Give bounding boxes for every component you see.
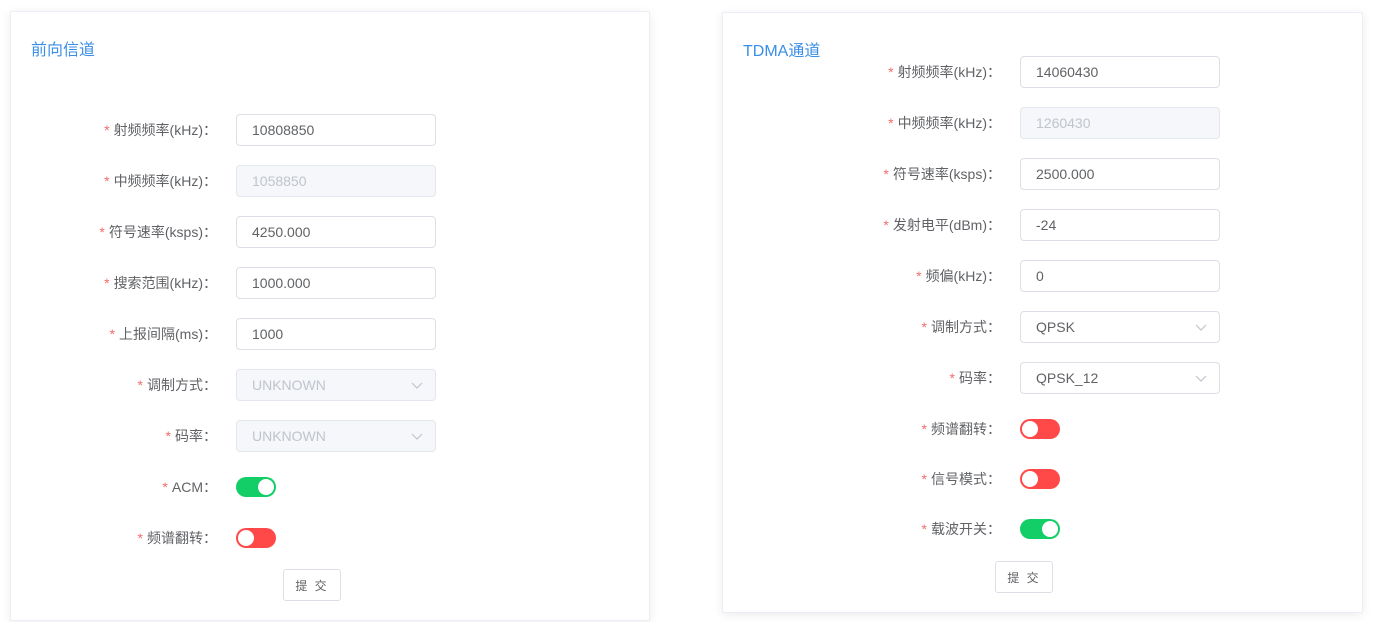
form-row-acm: * ACM： — [11, 471, 649, 503]
form-row-modulation: * 调制方式： UNKNOWN — [11, 369, 649, 401]
if-frequency-input — [236, 165, 436, 197]
rf-frequency-label: * 射频频率(kHz)： — [104, 122, 217, 138]
carrier-switch-label: * 载波开关： — [921, 521, 1001, 537]
form-row-rf-frequency: * 射频频率(kHz)： — [723, 56, 1362, 88]
modulation-value: UNKNOWN — [252, 377, 326, 393]
report-interval-input[interactable] — [236, 318, 436, 350]
acm-switch[interactable] — [236, 477, 276, 497]
if-frequency-label: * 中频频率(kHz)： — [888, 115, 1001, 131]
rf-frequency-label: * 射频频率(kHz)： — [888, 64, 1001, 80]
form-row-spectrum-inversion: * 频谱翻转： — [723, 413, 1362, 445]
form-row-symbol-rate: * 符号速率(ksps)： — [11, 216, 649, 248]
spectrum-inversion-label: * 频谱翻转： — [137, 530, 217, 546]
code-rate-select: UNKNOWN — [236, 420, 436, 452]
if-frequency-label: * 中频频率(kHz)： — [104, 173, 217, 189]
spectrum-inversion-switch[interactable] — [1020, 419, 1060, 439]
form-row-symbol-rate: * 符号速率(ksps)： — [723, 158, 1362, 190]
form-row-report-interval: * 上报间隔(ms)： — [11, 318, 649, 350]
modulation-label: * 调制方式： — [921, 319, 1001, 335]
switch-knob — [238, 530, 254, 546]
freq-offset-input[interactable] — [1020, 260, 1220, 292]
tdma-submit-button[interactable]: 提 交 — [995, 561, 1053, 593]
search-range-input[interactable] — [236, 267, 436, 299]
modulation-value: QPSK — [1036, 319, 1075, 335]
form-row-carrier-switch: * 载波开关： — [723, 513, 1362, 545]
acm-label: * ACM： — [162, 479, 217, 495]
form-row-if-frequency: * 中频频率(kHz)： — [723, 107, 1362, 139]
code-rate-label: * 码率： — [949, 370, 1001, 386]
switch-knob — [1042, 521, 1058, 537]
rf-frequency-input[interactable] — [1020, 56, 1220, 88]
form-row-signal-mode: * 信号模式： — [723, 463, 1362, 495]
form-row-spectrum-inversion: * 频谱翻转： — [11, 522, 649, 554]
code-rate-label: * 码率： — [165, 428, 217, 444]
spectrum-inversion-switch[interactable] — [236, 528, 276, 548]
signal-mode-label: * 信号模式： — [921, 471, 1001, 487]
form-row-code-rate: * 码率： UNKNOWN — [11, 420, 649, 452]
switch-knob — [1022, 421, 1038, 437]
search-range-label: * 搜索范围(kHz)： — [104, 275, 217, 291]
symbol-rate-input[interactable] — [236, 216, 436, 248]
symbol-rate-label: * 符号速率(ksps)： — [883, 166, 1001, 182]
chevron-down-icon — [1195, 375, 1207, 382]
code-rate-value: UNKNOWN — [252, 428, 326, 444]
spectrum-inversion-label: * 频谱翻转： — [921, 421, 1001, 437]
tx-power-input[interactable] — [1020, 209, 1220, 241]
modulation-select: UNKNOWN — [236, 369, 436, 401]
rf-frequency-input[interactable] — [236, 114, 436, 146]
if-frequency-input — [1020, 107, 1220, 139]
freq-offset-label: * 频偏(kHz)： — [916, 268, 1001, 284]
modulation-select[interactable]: QPSK — [1020, 311, 1220, 343]
symbol-rate-label: * 符号速率(ksps)： — [99, 224, 217, 240]
switch-knob — [258, 479, 274, 495]
signal-mode-switch[interactable] — [1020, 469, 1060, 489]
chevron-down-icon — [411, 382, 423, 389]
modulation-label: * 调制方式： — [137, 377, 217, 393]
chevron-down-icon — [411, 433, 423, 440]
chevron-down-icon — [1195, 324, 1207, 331]
form-row-rf-frequency: * 射频频率(kHz)： — [11, 114, 649, 146]
form-row-tx-power: * 发射电平(dBm)： — [723, 209, 1362, 241]
carrier-switch[interactable] — [1020, 519, 1060, 539]
forward-channel-title: 前向信道 — [31, 42, 96, 59]
code-rate-select[interactable]: QPSK_12 — [1020, 362, 1220, 394]
tdma-channel-card: TDMA通道 *射频频率(kHz)： *中频频率(kHz)： *符号速率(ksp… — [722, 12, 1363, 613]
code-rate-value: QPSK_12 — [1036, 370, 1099, 386]
form-row-code-rate: * 码率： QPSK_12 — [723, 362, 1362, 394]
form-row-search-range: * 搜索范围(kHz)： — [11, 267, 649, 299]
report-interval-label: * 上报间隔(ms)： — [109, 326, 217, 342]
tx-power-label: * 发射电平(dBm)： — [883, 217, 1001, 233]
symbol-rate-input[interactable] — [1020, 158, 1220, 190]
forward-channel-card: 前向信道 *射频频率(kHz)： *中频频率(kHz)： *符号速率(ksps)… — [10, 11, 650, 621]
forward-submit-button[interactable]: 提 交 — [283, 569, 341, 601]
form-row-freq-offset: * 频偏(kHz)： — [723, 260, 1362, 292]
form-row-modulation: * 调制方式： QPSK — [723, 311, 1362, 343]
switch-knob — [1022, 471, 1038, 487]
form-row-if-frequency: * 中频频率(kHz)： — [11, 165, 649, 197]
